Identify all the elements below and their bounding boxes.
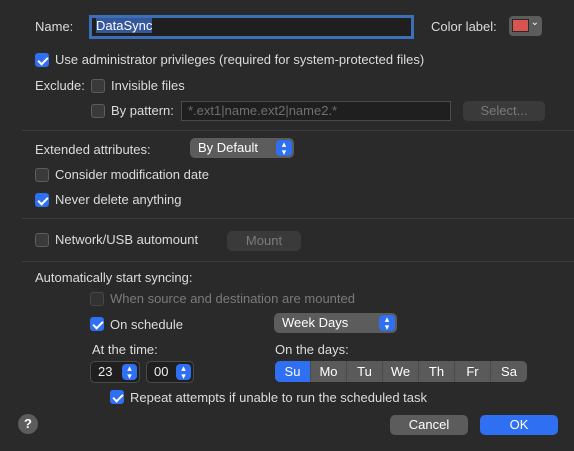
hour-stepper[interactable]: 23 ▴ ▾ xyxy=(90,361,140,383)
mount-button[interactable]: Mount xyxy=(227,231,301,251)
consider-mod-date-label: Consider modification date xyxy=(55,167,209,182)
use-admin-label: Use administrator privileges (required f… xyxy=(55,52,425,67)
divider xyxy=(22,130,574,131)
when-mounted-checkbox[interactable] xyxy=(90,292,104,306)
up-down-arrows-icon: ▴ ▾ xyxy=(176,364,191,381)
name-value: DataSync xyxy=(96,18,153,33)
consider-mod-date-checkbox[interactable] xyxy=(35,168,49,182)
color-swatch xyxy=(512,19,529,32)
day-mo[interactable]: Mo xyxy=(311,361,347,382)
pattern-input[interactable]: *.ext1|name.ext2|name2.* xyxy=(181,101,451,121)
never-delete-checkbox[interactable] xyxy=(35,193,49,207)
schedule-value: Week Days xyxy=(282,315,349,330)
by-pattern-label: By pattern: xyxy=(111,103,174,118)
schedule-popup[interactable]: Week Days ▴ ▾ xyxy=(274,313,397,333)
at-time-label: At the time: xyxy=(92,342,158,357)
never-delete-label: Never delete anything xyxy=(55,192,182,207)
exclude-label: Exclude: xyxy=(35,78,85,93)
help-button[interactable]: ? xyxy=(18,414,38,434)
select-button[interactable]: Select... xyxy=(463,101,545,121)
day-sa[interactable]: Sa xyxy=(491,361,527,382)
extended-attributes-value: By Default xyxy=(198,140,258,155)
color-label-text: Color label: xyxy=(431,19,497,34)
name-label: Name: xyxy=(35,19,74,34)
day-fr[interactable]: Fr xyxy=(455,361,491,382)
days-segmented-control: Su Mo Tu We Th Fr Sa xyxy=(275,361,527,382)
on-days-label: On the days: xyxy=(275,342,349,357)
divider xyxy=(22,261,574,262)
day-su[interactable]: Su xyxy=(275,361,311,382)
on-schedule-label: On schedule xyxy=(110,317,183,332)
name-field[interactable]: DataSync xyxy=(89,15,414,39)
hour-value: 23 xyxy=(98,364,113,379)
minute-value: 00 xyxy=(154,364,169,379)
day-tu[interactable]: Tu xyxy=(347,361,383,382)
invisible-files-label: Invisible files xyxy=(111,78,185,93)
pattern-placeholder: *.ext1|name.ext2|name2.* xyxy=(188,103,338,118)
minute-stepper[interactable]: 00 ▴ ▾ xyxy=(146,361,194,383)
repeat-attempts-label: Repeat attempts if unable to run the sch… xyxy=(130,390,428,405)
use-admin-checkbox[interactable] xyxy=(35,53,49,67)
extended-attributes-popup[interactable]: By Default ▴ ▾ xyxy=(190,138,294,158)
up-down-arrows-icon: ▴ ▾ xyxy=(122,364,137,381)
chevron-down-icon: ⌄ xyxy=(530,17,539,28)
cancel-button[interactable]: Cancel xyxy=(390,415,468,435)
on-schedule-checkbox[interactable] xyxy=(90,317,104,331)
network-automount-checkbox[interactable] xyxy=(35,233,49,247)
auto-start-label: Automatically start syncing: xyxy=(35,270,193,285)
up-down-arrows-icon: ▴ ▾ xyxy=(379,315,395,332)
day-th[interactable]: Th xyxy=(419,361,455,382)
divider xyxy=(22,218,574,219)
extended-attributes-label: Extended attributes: xyxy=(35,142,151,157)
color-label-picker[interactable]: ⌄ xyxy=(509,16,542,36)
repeat-attempts-checkbox[interactable] xyxy=(110,390,124,404)
ok-button[interactable]: OK xyxy=(480,415,558,435)
day-we[interactable]: We xyxy=(383,361,419,382)
up-down-arrows-icon: ▴ ▾ xyxy=(276,140,292,157)
by-pattern-checkbox[interactable] xyxy=(91,104,105,118)
invisible-files-checkbox[interactable] xyxy=(91,79,105,93)
network-automount-label: Network/USB automount xyxy=(55,232,199,247)
when-mounted-label: When source and destination are mounted xyxy=(110,291,355,306)
